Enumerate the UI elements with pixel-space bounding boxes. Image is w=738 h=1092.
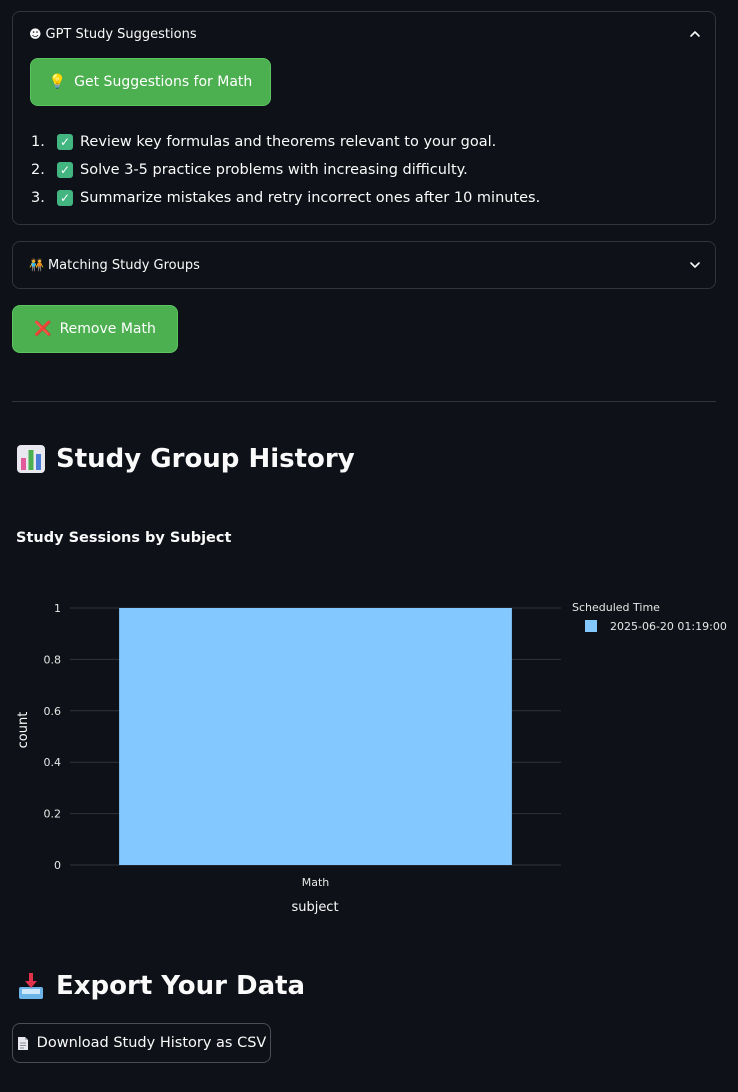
legend-label[interactable]: 2025-06-20 01:19:00 [610,620,727,633]
remove-math-button[interactable]: ❌ Remove Math [12,305,178,353]
chevron-down-icon[interactable] [689,259,701,271]
page: ☻ GPT Study Suggestions 💡 Get Suggestion… [0,0,738,1092]
study-groups-expander-header[interactable]: 🧑‍🤝‍🧑 Matching Study Groups [13,242,715,288]
study-sessions-chart: 0 0.2 0.4 0.6 0.8 1 Math count subject Schedu… [16,601,727,915]
chart-bars [119,608,512,865]
chevron-up-icon[interactable] [689,28,701,40]
download-csv-button[interactable]: Download Study History as CSV [12,1023,271,1063]
suggestions-expander-title-wrap: ☻ GPT Study Suggestions [29,27,197,42]
y-axis-title: count [16,712,31,749]
y-tick-label: 0.6 [44,705,62,718]
chart-x-ticks: Math [302,876,330,889]
history-heading-text: Study Group History [56,444,355,474]
list-item: 3. ✓ Summarize mistakes and retry incorr… [31,184,540,212]
list-number: 1. [31,134,45,150]
y-tick-label: 0.4 [44,756,62,769]
download-csv-label: Download Study History as CSV [36,1035,267,1051]
chart-y-ticks: 0 0.2 0.4 0.6 0.8 1 [44,602,62,872]
chart-legend: 2025-06-20 01:19:00 [585,620,727,633]
y-tick-label: 0.2 [44,808,62,821]
suggestions-list: 1. ✓ Review key formulas and theorems re… [31,128,540,212]
list-number: 3. [31,190,45,206]
checkmark-icon: ✓ [57,134,73,150]
list-number: 2. [31,162,45,178]
get-suggestions-label: Get Suggestions for Math [74,74,253,90]
brain-icon: ☻ [29,27,42,41]
suggestions-expander-header[interactable]: ☻ GPT Study Suggestions [13,12,715,56]
export-heading-text: Export Your Data [56,971,306,1001]
inbox-tray-icon [19,973,43,999]
study-groups-expander: 🧑‍🤝‍🧑 Matching Study Groups [12,241,716,289]
list-item: 2. ✓ Solve 3-5 practice problems with in… [31,156,540,184]
divider [12,401,716,402]
suggestion-text: Solve 3-5 practice problems with increas… [80,162,468,178]
y-tick-label: 0.8 [44,653,62,666]
people-icon: 🧑‍🤝‍🧑 [29,258,44,272]
cross-mark-icon: ❌ [34,321,52,337]
suggestion-text: Review key formulas and theorems relevan… [80,134,497,150]
get-suggestions-button[interactable]: 💡 Get Suggestions for Math [30,58,271,106]
checkmark-icon: ✓ [57,190,73,206]
x-tick-label: Math [302,876,330,889]
bar[interactable] [119,608,512,865]
legend-swatch[interactable] [585,620,597,632]
x-axis-title: subject [291,900,338,915]
bar-chart-icon [17,445,45,473]
remove-math-label: Remove Math [59,321,156,337]
study-groups-expander-title: Matching Study Groups [47,257,200,273]
suggestions-expander: ☻ GPT Study Suggestions 💡 Get Suggestion… [12,11,716,225]
lightbulb-icon: 💡 [48,74,67,90]
checkmark-icon: ✓ [57,162,73,178]
chart-title: Study Sessions by Subject [16,530,232,546]
history-heading: Study Group History [16,444,355,474]
export-heading: Export Your Data [16,971,305,1001]
document-icon [17,1036,28,1050]
legend-title: Scheduled Time [572,601,660,614]
study-groups-title-wrap: 🧑‍🤝‍🧑 Matching Study Groups [29,258,200,273]
y-tick-label: 1 [54,602,61,615]
suggestions-expander-title: GPT Study Suggestions [45,26,197,42]
y-tick-label: 0 [54,859,61,872]
list-item: 1. ✓ Review key formulas and theorems re… [31,128,540,156]
suggestion-text: Summarize mistakes and retry incorrect o… [80,190,541,206]
